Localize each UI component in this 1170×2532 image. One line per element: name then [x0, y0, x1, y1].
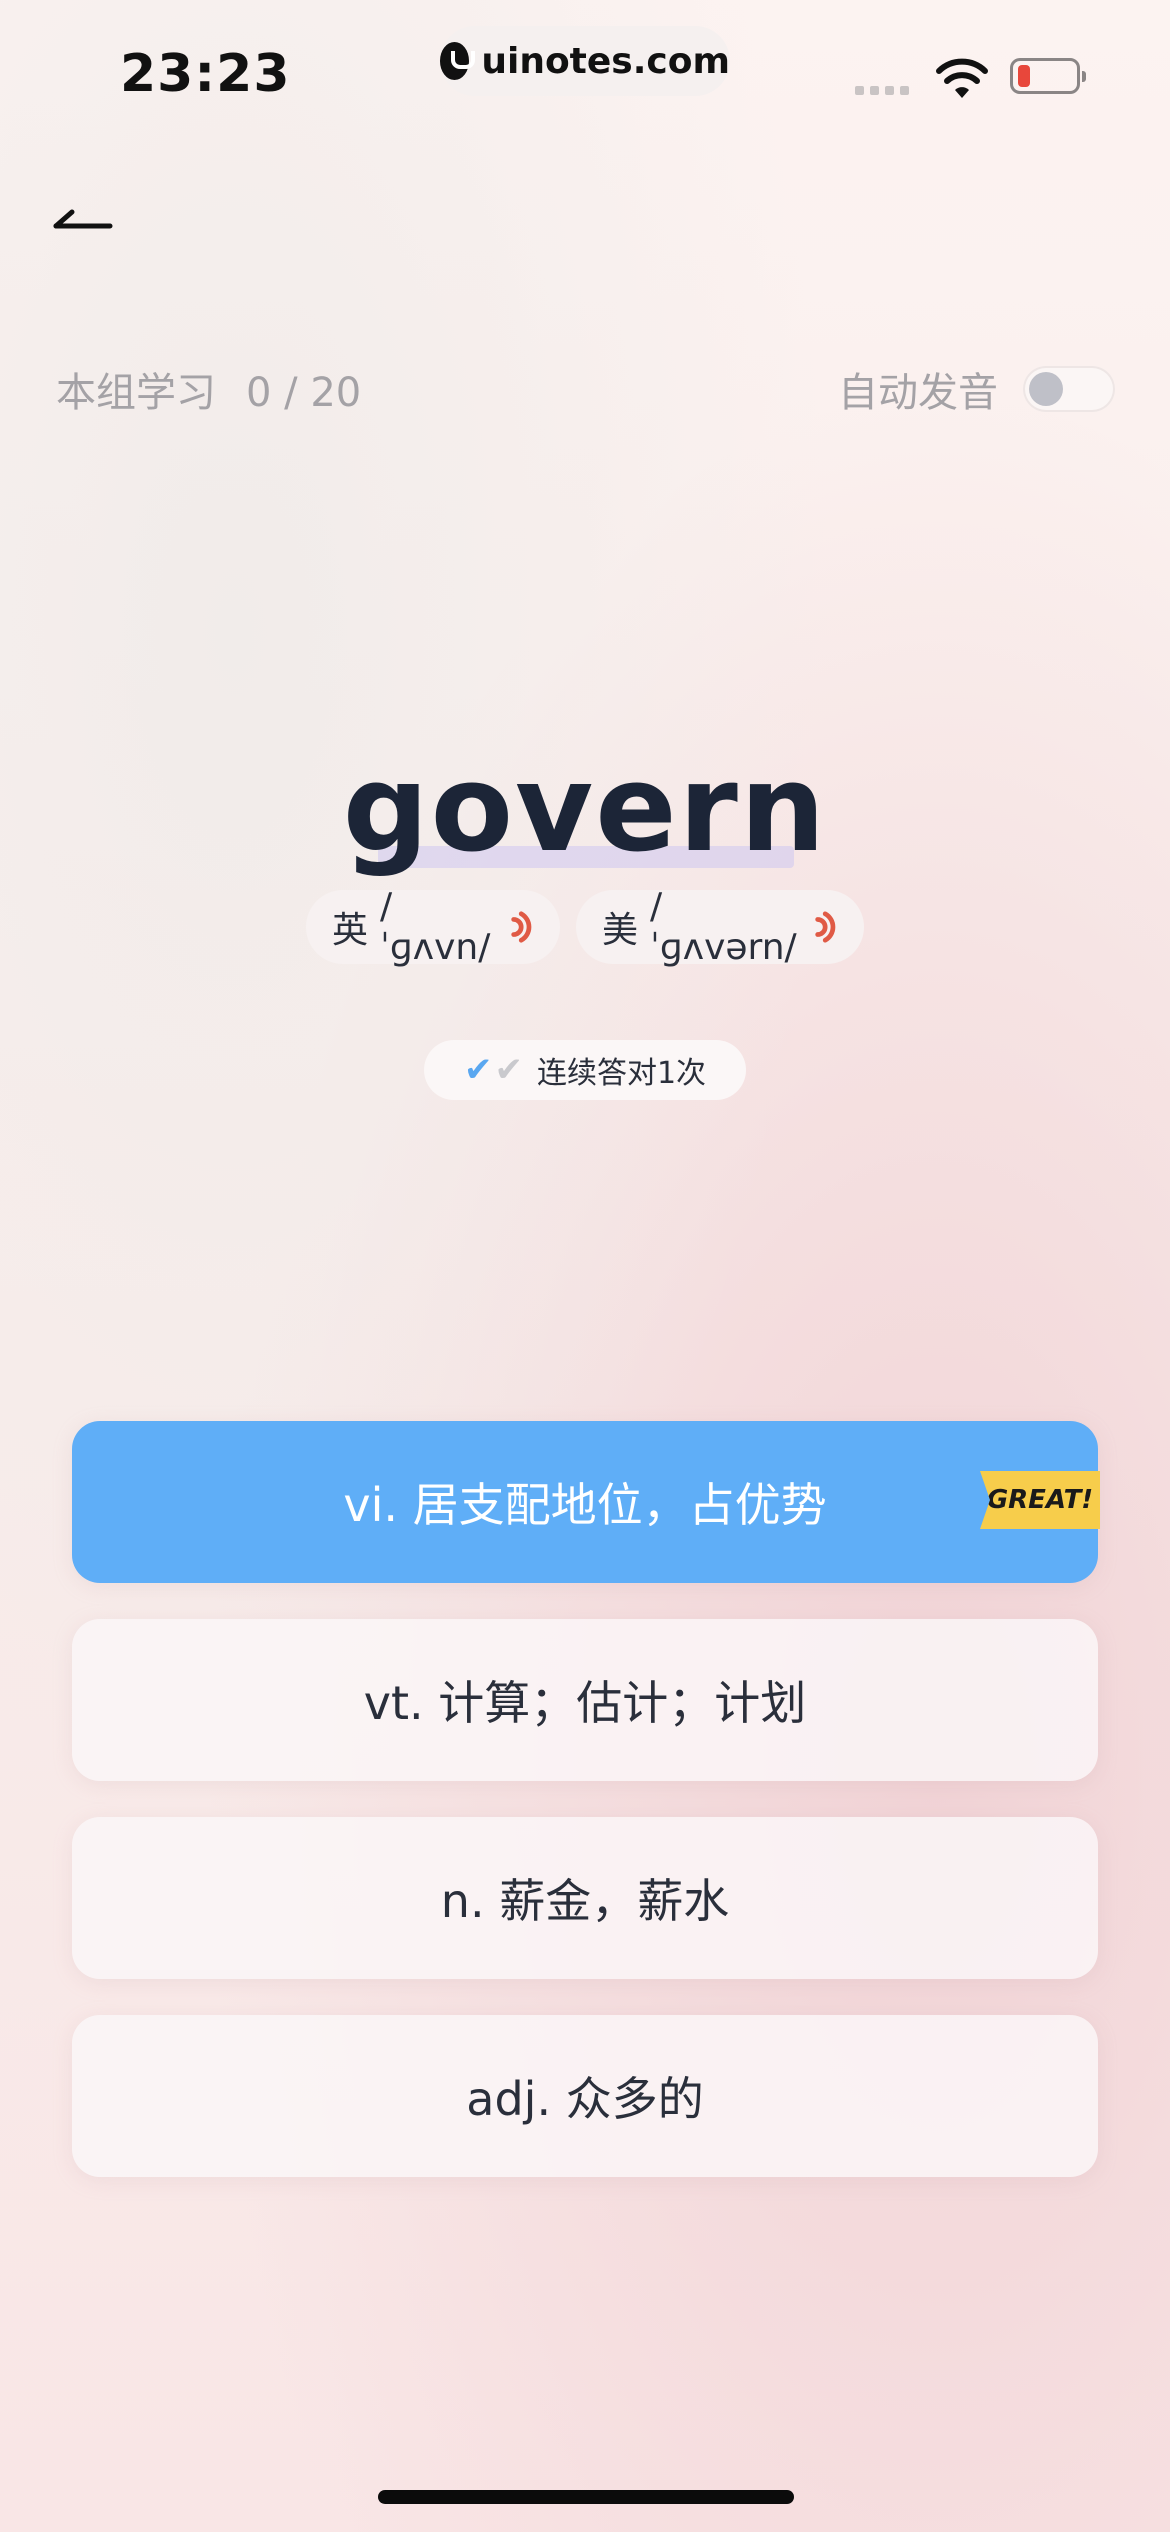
url-text: uinotes.com	[481, 40, 730, 82]
cellular-signal-icon	[855, 86, 909, 95]
uk-pronunciation-button[interactable]: 英 /ˈɡʌvn/	[306, 886, 560, 968]
progress-label: 本组学习	[56, 370, 216, 416]
uk-phonetic: /ˈɡʌvn/	[380, 886, 491, 968]
url-pill[interactable]: uinotes.com	[440, 26, 730, 96]
battery-icon	[1010, 58, 1086, 94]
answer-option[interactable]: n. 薪金，薪水	[72, 1817, 1098, 1979]
answer-option-correct[interactable]: vi. 居支配地位，占优势 GREAT!	[72, 1421, 1100, 1583]
answer-option[interactable]: adj. 众多的	[72, 2015, 1098, 2177]
option-text: adj. 众多的	[466, 2072, 704, 2126]
back-arrow-icon[interactable]	[50, 200, 120, 240]
streak-badge: ✔ ✔ 连续答对1次	[424, 1040, 746, 1100]
streak-text: 连续答对1次	[536, 1056, 707, 1091]
option-text: vi. 居支配地位，占优势	[343, 1478, 827, 1532]
auto-pronounce-toggle[interactable]	[1023, 366, 1115, 412]
us-phonetic: /ˈɡʌvərn/	[650, 886, 797, 968]
answer-option[interactable]: vt. 计算；估计；计划	[72, 1619, 1098, 1781]
double-check-icon: ✔ ✔	[463, 1050, 523, 1090]
option-text: vt. 计算；估计；计划	[363, 1676, 807, 1730]
us-label: 美	[602, 910, 639, 951]
toggle-knob	[1029, 372, 1063, 406]
home-indicator[interactable]	[378, 2490, 794, 2504]
status-time: 23:23	[120, 44, 291, 104]
progress-count: 0 / 20	[246, 370, 362, 416]
vocabulary-word: govern	[342, 740, 828, 879]
auto-pronounce-label: 自动发音	[838, 370, 998, 416]
progress-indicator: 本组学习 0 / 20	[56, 360, 361, 418]
option-text: n. 薪金，薪水	[440, 1874, 730, 1928]
speaker-icon	[814, 911, 835, 943]
us-pronunciation-button[interactable]: 美 /ˈɡʌvərn/	[576, 886, 864, 968]
great-badge: GREAT!	[980, 1471, 1100, 1529]
site-logo-icon	[440, 42, 476, 80]
wifi-icon	[936, 58, 988, 98]
uk-label: 英	[332, 910, 369, 951]
status-bar: 23:23 uinotes.com	[0, 0, 1170, 130]
speaker-icon	[510, 911, 531, 943]
